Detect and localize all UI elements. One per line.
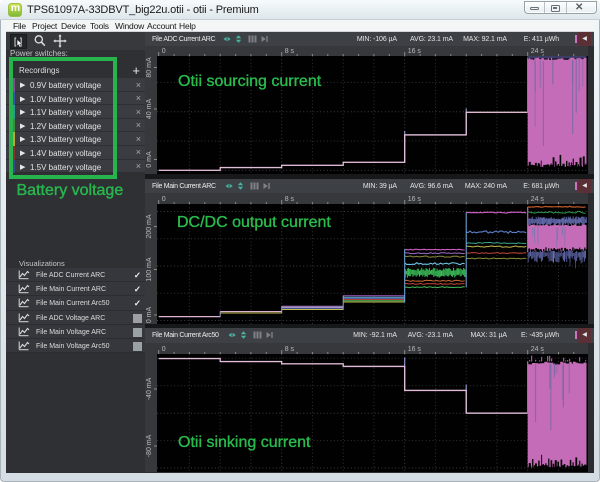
svg-text:16 s: 16 s (408, 48, 422, 55)
svg-text:16 s: 16 s (408, 196, 422, 203)
svg-text:8 s: 8 s (285, 48, 295, 55)
svg-text:0: 0 (162, 48, 166, 55)
svg-text:16 s: 16 s (408, 346, 422, 353)
svg-text:0: 0 (162, 346, 166, 353)
svg-text:80 mA: 80 mA (146, 57, 153, 78)
svg-text:0 mA: 0 mA (146, 151, 153, 168)
svg-text:-80 mA: -80 mA (146, 434, 153, 457)
svg-text:40 mA: 40 mA (146, 99, 153, 120)
svg-text:8 s: 8 s (285, 346, 295, 353)
svg-text:24 s: 24 s (531, 196, 545, 203)
svg-text:-40 mA: -40 mA (146, 377, 153, 400)
svg-text:24 s: 24 s (531, 346, 545, 353)
svg-text:8 s: 8 s (285, 196, 295, 203)
svg-text:24 s: 24 s (531, 48, 545, 55)
svg-text:0 mA: 0 mA (146, 307, 153, 324)
svg-text:0: 0 (162, 196, 166, 203)
svg-text:100 mA: 100 mA (146, 257, 153, 281)
svg-text:200 mA: 200 mA (146, 214, 153, 238)
